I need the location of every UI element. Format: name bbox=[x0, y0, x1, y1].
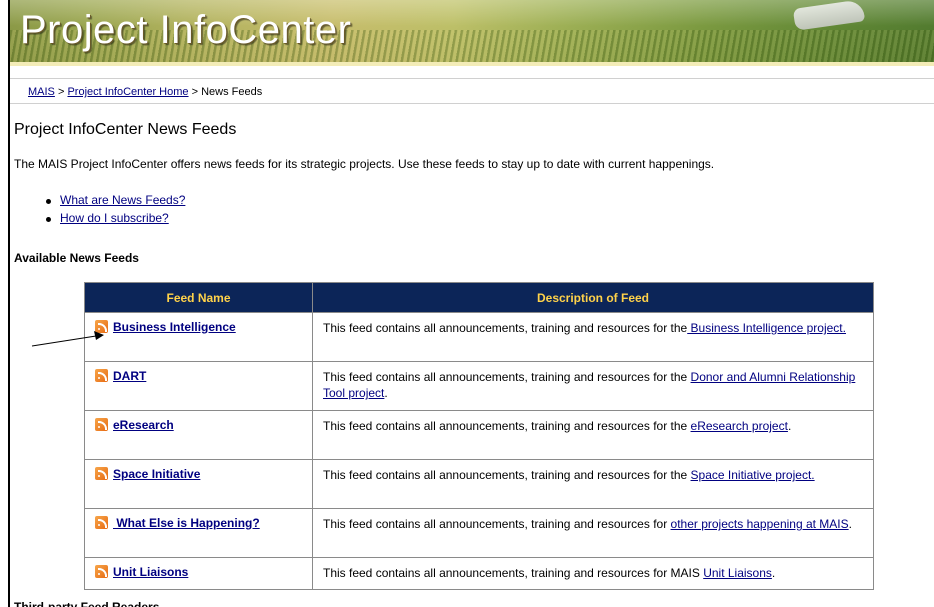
project-link-business-intelligence[interactable]: Business Intelligence project. bbox=[687, 321, 846, 335]
feed-link-business-intelligence[interactable]: Business Intelligence bbox=[113, 320, 236, 334]
rss-icon[interactable] bbox=[95, 467, 108, 480]
feed-name-cell: Business Intelligence bbox=[84, 312, 313, 362]
list-item: What are News Feeds? bbox=[44, 193, 185, 211]
feeds-table: Feed Name Description of Feed Business I… bbox=[84, 282, 874, 590]
how-do-i-subscribe-link[interactable]: How do I subscribe? bbox=[60, 211, 169, 225]
feed-link-space-initiative[interactable]: Space Initiative bbox=[113, 467, 200, 481]
feed-description-cell: This feed contains all announcements, tr… bbox=[312, 508, 874, 558]
feed-name-cell: Unit Liaisons bbox=[84, 557, 313, 590]
description-text: This feed contains all announcements, tr… bbox=[323, 370, 691, 384]
rss-icon[interactable] bbox=[95, 369, 108, 382]
project-link-other-projects[interactable]: other projects happening at MAIS bbox=[671, 517, 849, 531]
table-row: Business Intelligence This feed contains… bbox=[84, 312, 874, 362]
rss-icon[interactable] bbox=[95, 516, 108, 529]
table-row: eResearch This feed contains all announc… bbox=[84, 410, 874, 460]
breadcrumb-link-home[interactable]: Project InfoCenter Home bbox=[67, 86, 188, 98]
description-text: This feed contains all announcements, tr… bbox=[323, 517, 671, 531]
bottom-section-heading: Third-party Feed Readers bbox=[14, 600, 160, 607]
site-title: Project InfoCenter bbox=[20, 8, 352, 52]
project-link-space-initiative[interactable]: Space Initiative project. bbox=[691, 468, 815, 482]
description-suffix: . bbox=[771, 566, 776, 580]
column-header-feed-name: Feed Name bbox=[84, 282, 313, 313]
description-text: This feed contains all announcements, tr… bbox=[323, 468, 691, 482]
description-suffix: . bbox=[848, 517, 852, 531]
arrow-annotation-icon bbox=[31, 331, 104, 347]
breadcrumb-link-mais[interactable]: MAIS bbox=[28, 86, 55, 98]
feed-link-unit-liaisons[interactable]: Unit Liaisons bbox=[113, 565, 188, 579]
site-banner: Project InfoCenter bbox=[10, 0, 934, 62]
table-row: Space Initiative This feed contains all … bbox=[84, 459, 874, 509]
feed-name-cell: eResearch bbox=[84, 410, 313, 460]
rss-icon[interactable] bbox=[95, 565, 108, 578]
breadcrumb-separator: > bbox=[191, 86, 199, 98]
intro-text: The MAIS Project InfoCenter offers news … bbox=[14, 157, 715, 171]
feed-description-cell: This feed contains all announcements, tr… bbox=[312, 312, 874, 362]
feed-link-what-else[interactable]: What Else is Happening? bbox=[113, 516, 259, 530]
feed-link-eresearch[interactable]: eResearch bbox=[113, 418, 174, 432]
section-heading-available-feeds: Available News Feeds bbox=[14, 251, 139, 265]
breadcrumb-current: News Feeds bbox=[201, 86, 263, 98]
what-are-news-feeds-link[interactable]: What are News Feeds? bbox=[60, 193, 185, 207]
description-suffix: . bbox=[384, 386, 388, 400]
table-row: Unit Liaisons This feed contains all ann… bbox=[84, 557, 874, 590]
description-suffix: . bbox=[787, 419, 792, 433]
help-links: What are News Feeds? How do I subscribe? bbox=[44, 193, 185, 229]
column-header-description: Description of Feed bbox=[312, 282, 874, 313]
table-row: DART This feed contains all announcement… bbox=[84, 361, 874, 411]
project-link-eresearch[interactable]: eResearch project bbox=[691, 419, 788, 433]
feed-name-cell: DART bbox=[84, 361, 313, 411]
feed-description-cell: This feed contains all announcements, tr… bbox=[312, 361, 874, 411]
breadcrumb: MAIS > Project InfoCenter Home > News Fe… bbox=[10, 78, 934, 104]
description-text: This feed contains all announcements, tr… bbox=[323, 321, 688, 335]
description-text: This feed contains all announcements, tr… bbox=[323, 566, 704, 580]
project-link-unit-liaisons[interactable]: Unit Liaisons bbox=[703, 566, 772, 580]
page-title: Project InfoCenter News Feeds bbox=[14, 121, 237, 138]
feed-description-cell: This feed contains all announcements, tr… bbox=[312, 410, 874, 460]
table-header-row: Feed Name Description of Feed bbox=[84, 282, 874, 313]
table-row: What Else is Happening? This feed contai… bbox=[84, 508, 874, 558]
feed-description-cell: This feed contains all announcements, tr… bbox=[312, 459, 874, 509]
feed-description-cell: This feed contains all announcements, tr… bbox=[312, 557, 874, 590]
feed-name-cell: What Else is Happening? bbox=[84, 508, 313, 558]
description-text: This feed contains all announcements, tr… bbox=[323, 419, 691, 433]
rss-icon[interactable] bbox=[95, 418, 108, 431]
breadcrumb-separator: > bbox=[57, 86, 65, 98]
banner-bottom-strip bbox=[10, 62, 934, 66]
feed-name-cell: Space Initiative bbox=[84, 459, 313, 509]
list-item: How do I subscribe? bbox=[44, 211, 185, 229]
feed-link-dart[interactable]: DART bbox=[113, 369, 146, 383]
